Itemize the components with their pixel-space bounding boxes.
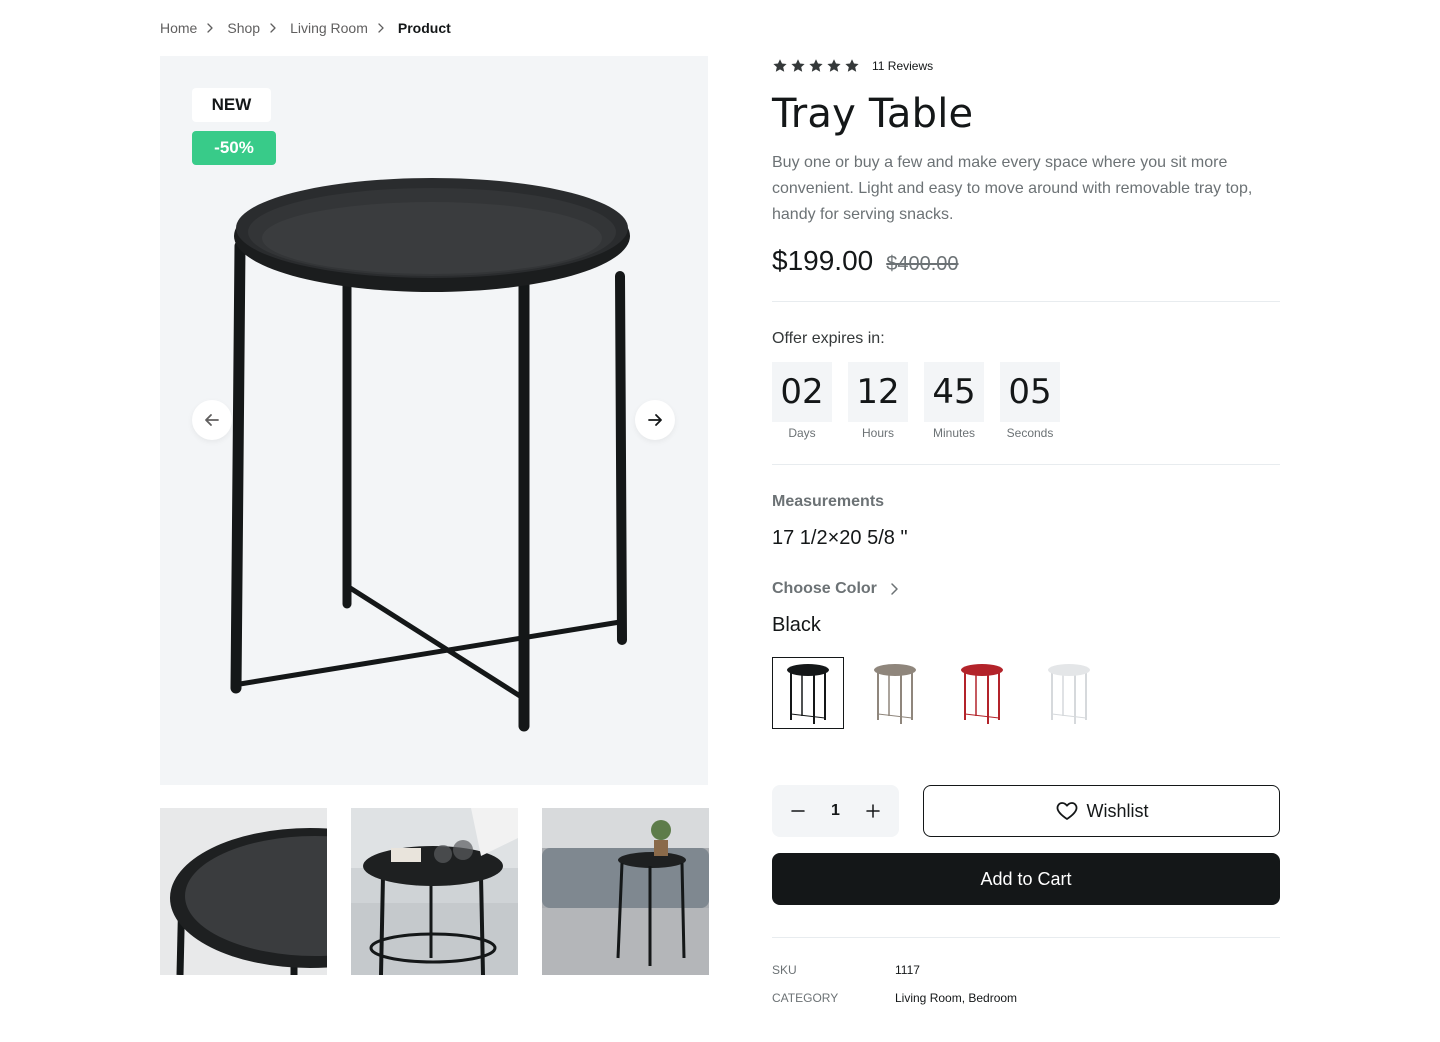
meta-value[interactable]: Living Room, Bedroom (895, 991, 1017, 1005)
divider (772, 464, 1280, 465)
star-icon (809, 59, 823, 72)
color-swatches (772, 657, 1280, 729)
swatch-red[interactable] (946, 657, 1018, 729)
product-meta: SKU 1117 CATEGORY Living Room, Bedroom (772, 960, 1280, 1008)
countdown-label: Seconds (1006, 426, 1054, 440)
countdown-timer: 02 Days 12 Hours 45 Minutes 05 Seconds (772, 362, 1280, 440)
countdown-hours: 12 Hours (848, 362, 908, 440)
breadcrumb: Home Shop Living Room Product (160, 18, 451, 38)
meta-row-category: CATEGORY Living Room, Bedroom (772, 988, 1280, 1008)
choose-color-label[interactable]: Choose Color (772, 580, 877, 598)
meta-key: CATEGORY (772, 991, 839, 1005)
purchase-actions: 1 Wishlist (772, 785, 1280, 837)
measurements-value: 17 1/2×20 5/8 " (772, 527, 908, 549)
chevron-right-icon (205, 23, 215, 33)
breadcrumb-label[interactable]: Living Room (290, 20, 368, 36)
breadcrumb-shop[interactable]: Shop (227, 20, 290, 36)
main-product-image: NEW -50% (160, 56, 708, 785)
selected-color-name: Black (772, 614, 821, 636)
breadcrumb-living-room[interactable]: Living Room (290, 20, 398, 36)
countdown-label: Hours (861, 426, 894, 440)
countdown-minutes: 45 Minutes (924, 362, 984, 440)
choose-color-link[interactable]: Choose Color (772, 580, 899, 598)
thumbnail-strip (160, 808, 709, 975)
reviews-count[interactable]: 11 Reviews (872, 59, 933, 73)
product-details: 11 Reviews Tray Table Buy one or buy a f… (772, 56, 1280, 1008)
wishlist-label[interactable]: Wishlist (1087, 801, 1149, 822)
wishlist-button[interactable]: Wishlist (923, 785, 1280, 837)
original-price: $400.00 (886, 253, 959, 275)
product-description: Buy one or buy a few and make every spac… (772, 154, 1253, 223)
countdown-label: Minutes (932, 426, 976, 440)
measurements-label: Measurements (772, 493, 885, 510)
breadcrumb-label: Product (397, 20, 451, 36)
divider (772, 937, 1280, 938)
product-page: Home Shop Living Room Product NEW -50% 1… (0, 0, 1440, 1042)
swatch-beige[interactable] (859, 657, 931, 729)
chevron-right-icon (889, 582, 899, 596)
offer-label: Offer expires in: (772, 330, 885, 347)
decrease-quantity-button[interactable] (788, 801, 808, 821)
thumbnail-1[interactable] (160, 808, 327, 975)
swatch-white[interactable] (1033, 657, 1105, 729)
countdown-label: Days (788, 426, 816, 440)
star-icon (791, 59, 805, 72)
chevron-right-icon (376, 23, 386, 33)
table-white-image (1048, 664, 1090, 724)
new-badge: NEW (192, 88, 271, 122)
countdown-days: 02 Days (772, 362, 832, 440)
plus-icon (866, 804, 880, 818)
minus-icon (791, 810, 805, 812)
previous-image-button[interactable] (192, 400, 232, 440)
table-red-image (961, 664, 1003, 724)
next-image-button[interactable] (635, 400, 675, 440)
countdown-value: 05 (1000, 362, 1060, 422)
star-icon (773, 59, 787, 72)
table-black-image (787, 664, 829, 724)
quantity-stepper: 1 (772, 785, 899, 837)
thumbnail-3[interactable] (542, 808, 709, 975)
tray-table-image (230, 178, 630, 732)
current-price: $199.00 (772, 245, 874, 276)
countdown-value: 12 (848, 362, 908, 422)
tray-closeup-image (160, 808, 327, 975)
countdown-value: 45 (924, 362, 984, 422)
tray-lifestyle-image (351, 808, 518, 975)
arrow-right-icon (648, 414, 662, 426)
add-to-cart-button[interactable]: Add to Cart (772, 853, 1280, 905)
meta-row-sku: SKU 1117 (772, 960, 1280, 980)
thumbnail-2[interactable] (351, 808, 518, 975)
divider (772, 301, 1280, 302)
star-icon (827, 59, 841, 72)
rating: 11 Reviews (772, 56, 1280, 76)
price-row: $199.00 $400.00 (772, 245, 1280, 277)
discount-badge: -50% (192, 131, 276, 165)
breadcrumb-label[interactable]: Home (160, 20, 197, 36)
meta-value: 1117 (895, 963, 920, 977)
countdown-value: 02 (772, 362, 832, 422)
table-beige-image (874, 664, 916, 724)
star-icon (845, 59, 859, 72)
meta-key: SKU (772, 963, 797, 977)
increase-quantity-button[interactable] (863, 801, 883, 821)
product-title: Tray Table (772, 91, 974, 137)
breadcrumb-home[interactable]: Home (160, 20, 227, 36)
arrow-left-icon (205, 414, 219, 426)
tray-room-image (542, 808, 709, 975)
countdown-seconds: 05 Seconds (1000, 362, 1060, 440)
heart-icon (1056, 802, 1077, 820)
breadcrumb-label[interactable]: Shop (227, 20, 260, 36)
swatch-black[interactable] (772, 657, 844, 729)
quantity-value[interactable]: 1 (831, 802, 840, 820)
chevron-right-icon (268, 23, 278, 33)
star-rating (772, 58, 860, 74)
breadcrumb-product: Product (398, 20, 451, 36)
